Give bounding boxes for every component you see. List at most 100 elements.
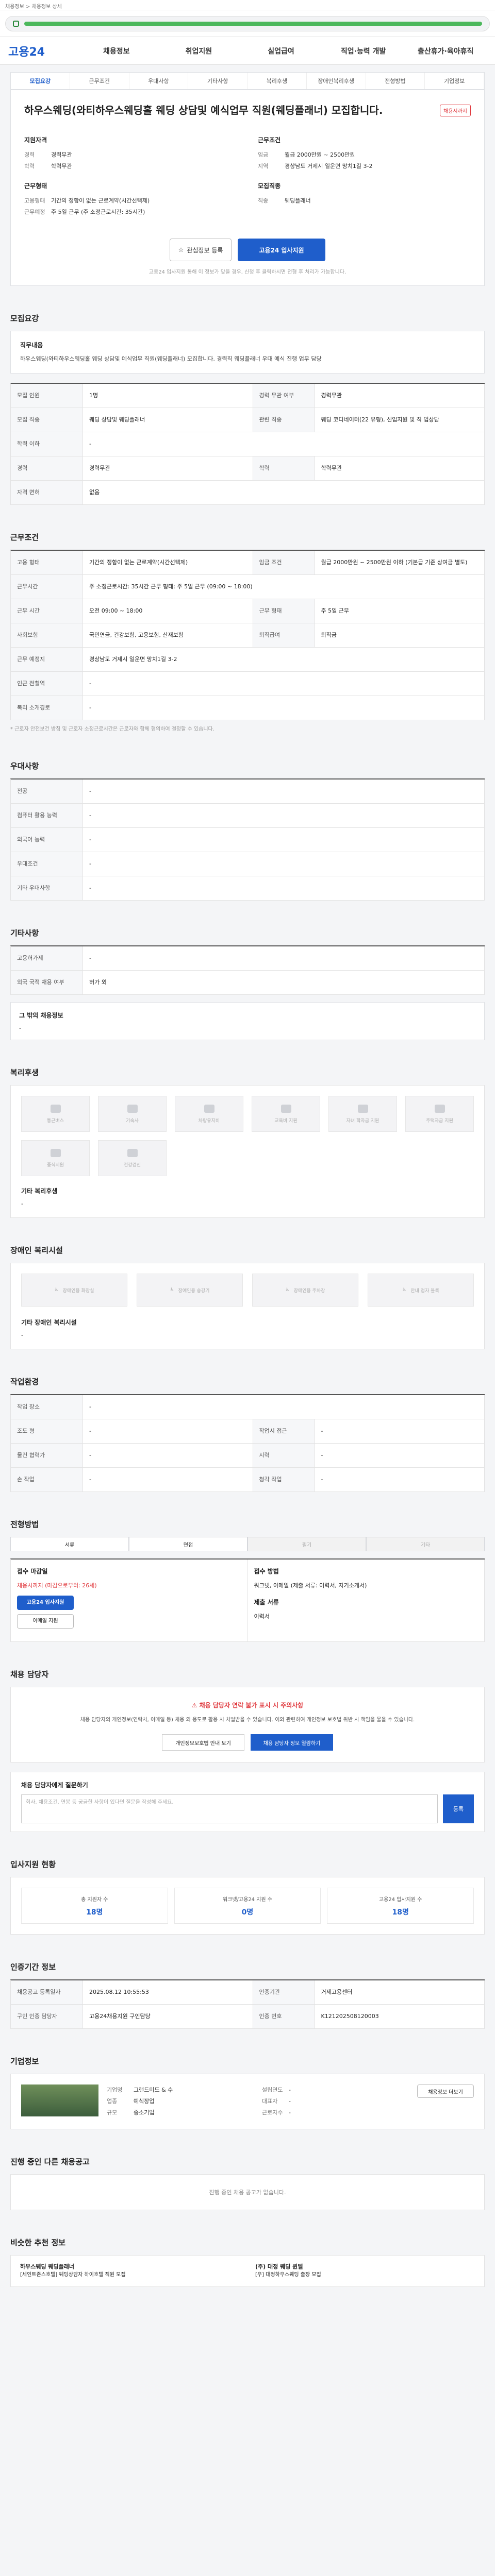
process-table: 작업 장소 - 조도 형 - 작업시 접근 - 물건 협력가 - 시력 - 손 작업 - 청각 작… xyxy=(10,1394,485,1492)
cell-value: - xyxy=(83,1395,485,1419)
selection-steps: 서류 면접 필기 기타 xyxy=(10,1537,485,1551)
job-description: 직무내용 하우스웨딩(와티하우스웨딩홀 웨딩 상담및 예식업무 직원(웨딩플래너… xyxy=(10,331,485,374)
cell-label: 임금 조건 xyxy=(253,551,315,575)
cell-label: 퇴직급여 xyxy=(253,623,315,648)
job-header: 하우스웨딩(와티하우스웨딩홀 웨딩 상담및 예식업무 직원(웨딩플래너) 모집합… xyxy=(10,90,485,286)
welfare-title: 복리후생 xyxy=(10,1068,39,1077)
cell-value: 허가 외 xyxy=(83,971,485,995)
similar-title: 비슷한 추천 정보 xyxy=(10,2238,66,2247)
more-title: 진행 중인 다른 채용공고 xyxy=(10,2157,90,2166)
cell-value: 기간의 정함이 없는 근로계약(시간선택제) xyxy=(83,551,253,575)
cell-label: 조도 형 xyxy=(11,1419,83,1444)
cell-value: 웨딩 상담및 웨딩플래너 xyxy=(83,408,253,432)
welfare-extra-label: 기타 복리후생 xyxy=(21,1188,58,1195)
tab-disability[interactable]: 장애인복리후생 xyxy=(307,73,366,89)
cell-label: 근무 시간 xyxy=(11,599,83,623)
cell-value: 고용24채용지원 구인담당 xyxy=(83,2005,253,2029)
question-submit-button[interactable]: 등록 xyxy=(443,1794,474,1823)
occupation-heading: 모집직종 xyxy=(258,182,281,190)
cell-value: 경상남도 거제시 일운면 망치1길 3-2 xyxy=(83,648,485,672)
nav-item-training[interactable]: 직업·능력 개발 xyxy=(322,46,405,56)
address-bar[interactable] xyxy=(5,15,490,31)
stat-label: 워크넷/고용24 지원 수 xyxy=(222,1896,273,1903)
tab-other[interactable]: 기타사항 xyxy=(188,73,248,89)
conditions-heading: 근무조건 xyxy=(258,137,281,144)
nav-item-jobs[interactable]: 채용정보 xyxy=(75,46,158,56)
cell-value: 1명 xyxy=(83,384,253,408)
similar-item[interactable]: (주) 대정 웨딩 퀸벨 [우] 대정하우스웨딩 출장 모집 xyxy=(255,2263,475,2279)
kv-label: 기업명 xyxy=(107,2087,123,2093)
tab-recruit[interactable]: 모집요강 xyxy=(11,73,70,89)
meal-icon xyxy=(50,1148,61,1157)
nav-item-support[interactable]: 취업지원 xyxy=(158,46,240,56)
selection-title: 전형방법 xyxy=(10,1520,39,1529)
cell-label: 경력 무관 여부 xyxy=(253,384,315,408)
cell-label: 인증기관 xyxy=(253,1980,315,2005)
view-contact-button[interactable]: 채용 담당자 정보 열람하기 xyxy=(251,1734,333,1751)
prefer-title: 우대사항 xyxy=(10,761,39,771)
method-heading: 접수 방법 xyxy=(254,1568,279,1575)
nav-item-leave[interactable]: 출산휴가·육아휴직 xyxy=(404,46,487,56)
disability-label: 장애인용 화장실 xyxy=(62,1288,94,1294)
kv-label: 직종 xyxy=(258,197,269,204)
site-logo[interactable]: 고용24 xyxy=(8,43,55,59)
apply-button-2[interactable]: 고용24 입사지원 xyxy=(17,1596,74,1610)
cell-label: 학력 이하 xyxy=(11,432,83,456)
welfare-box: 통근버스 기숙사 차량유지비 교육비 지원 자녀 학자금 지원 주택자금 지원 … xyxy=(10,1085,485,1218)
cell-value: - xyxy=(83,1468,253,1492)
cell-value: - xyxy=(315,1444,485,1468)
cell-value: 월급 2000만원 ~ 2500만원 이하 (기본급 기준 상여금 별도) xyxy=(315,551,485,575)
welfare-label: 중식지원 xyxy=(46,1162,64,1168)
cell-value: - xyxy=(315,1419,485,1444)
stat-card: 워크넷/고용24 지원 수 0명 xyxy=(174,1888,321,1924)
step-interview: 면접 xyxy=(129,1537,248,1551)
more-empty: 진행 중인 채용 공고가 없습니다. xyxy=(10,2174,485,2210)
kv-label: 학력 xyxy=(24,163,35,170)
work-title: 근무조건 xyxy=(10,533,39,542)
cell-value: 학력무관 xyxy=(315,456,485,481)
parking-icon: ♿ xyxy=(285,1287,290,1293)
job-title: 하우스웨딩(와티하우스웨딩홀 웨딩 상담및 예식업무 직원(웨딩플래너) 모집합… xyxy=(24,104,383,116)
tab-company[interactable]: 기업정보 xyxy=(425,73,484,89)
email-apply-button[interactable]: 이메일 지원 xyxy=(17,1614,74,1629)
stats-title: 입사지원 현황 xyxy=(10,1860,56,1869)
welfare-tile: 주택자금 지원 xyxy=(405,1096,474,1132)
stat-value: 18명 xyxy=(392,1908,409,1917)
cell-value: - xyxy=(83,876,485,901)
privacy-guide-button[interactable]: 개인정보보호법 안내 보기 xyxy=(162,1734,244,1751)
kv-value: 예식장업 xyxy=(134,2098,155,2105)
braille-icon: ♿ xyxy=(402,1287,407,1293)
work-table: 고용 형태 기간의 정함이 없는 근로계약(시간선택제) 임금 조건 월급 2000만… xyxy=(10,550,485,720)
cell-label: 작업시 접근 xyxy=(253,1419,315,1444)
cell-value: 오전 09:00 ~ 18:00 xyxy=(83,599,253,623)
tab-work[interactable]: 근무조건 xyxy=(70,73,129,89)
disability-box: ♿ 장애인용 화장실 ♿ 장애인용 승강기 ♿ 장애인용 주차장 ♿ 안내 점자 블록 … xyxy=(10,1263,485,1349)
cell-label: 고용허가제 xyxy=(11,946,83,971)
cell-label: 인근 전철역 xyxy=(11,672,83,696)
tab-welfare[interactable]: 복리후생 xyxy=(248,73,307,89)
stat-label: 총 지원자 수 xyxy=(81,1896,108,1903)
question-input[interactable]: 회사, 채용조건, 연봉 등 궁금한 사항이 있다면 질문을 작성해 주세요. xyxy=(21,1794,438,1823)
question-title: 채용 담당자에게 질문하기 xyxy=(21,1782,88,1789)
apply-button[interactable]: 고용24 입사지원 xyxy=(238,239,325,261)
detail-tabs: 모집요강 근무조건 우대사항 기타사항 복리후생 장애인복리후생 전형방법 기업… xyxy=(10,72,485,90)
other-table: 고용허가제 - 외국 국적 채용 여부 허가 외 xyxy=(10,945,485,995)
save-interest-button[interactable]: ☆ 관심정보 등록 xyxy=(170,239,232,261)
cap-icon xyxy=(357,1104,368,1113)
welfare-label: 차량유지비 xyxy=(198,1118,220,1124)
recruit-title: 모집요강 xyxy=(10,314,39,323)
description-label: 직무내용 xyxy=(20,342,43,349)
tab-prefer[interactable]: 우대사항 xyxy=(129,73,189,89)
tab-selection[interactable]: 전형방법 xyxy=(366,73,425,89)
cell-value: - xyxy=(83,1419,253,1444)
stat-card: 고용24 입사지원 수 18명 xyxy=(327,1888,474,1924)
cell-value: 웨딩 코디네이터(22 유형), 신입지원 및 직 업상담 xyxy=(315,408,485,432)
similar-item[interactable]: 하우스웨딩 웨딩플래너 [세인트존스호텔] 웨딩상담자 하이호텔 직원 모집 xyxy=(20,2263,240,2279)
cell-value: K121202508120003 xyxy=(315,2005,485,2029)
company-more-button[interactable]: 채용정보 더보기 xyxy=(417,2084,474,2098)
welfare-label: 기숙사 xyxy=(126,1118,139,1124)
cell-label: 관련 직종 xyxy=(253,408,315,432)
kv-label: 근무예정 xyxy=(24,209,45,215)
disability-tile: ♿ 장애인용 화장실 xyxy=(21,1274,127,1307)
nav-item-benefits[interactable]: 실업급여 xyxy=(240,46,322,56)
